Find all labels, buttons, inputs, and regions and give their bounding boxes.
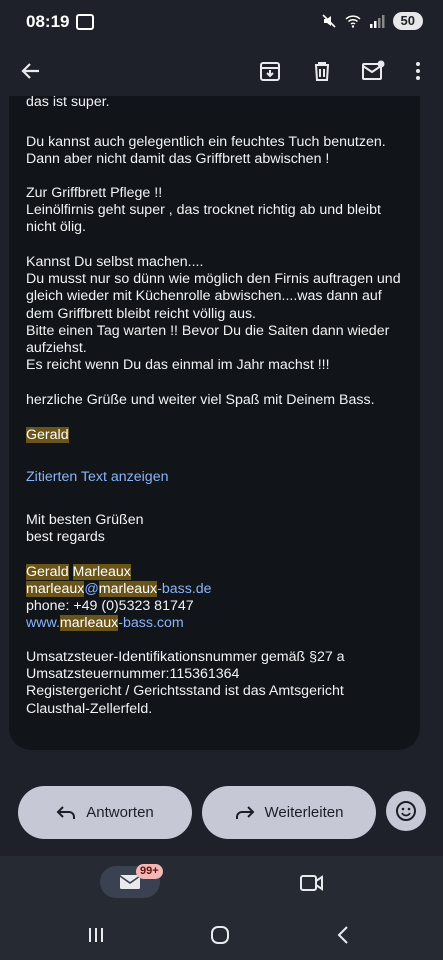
status-icons: 50 — [321, 12, 423, 30]
bottom-navigation: 99+ — [0, 856, 443, 912]
email-user: marleaux — [26, 581, 85, 597]
forward-icon — [235, 805, 254, 819]
email-domain: marleaux — [98, 581, 158, 597]
smiley-icon — [396, 801, 416, 821]
mark-unread-icon[interactable] — [360, 58, 386, 84]
forward-label: Weiterleiten — [264, 804, 344, 821]
signature-phone: phone: +49 (0)5323 81747 — [26, 598, 194, 614]
back-icon[interactable] — [336, 925, 350, 945]
email-domain-suffix: -bass.de — [157, 581, 212, 597]
recent-apps-icon[interactable] — [87, 926, 105, 944]
signature-last-name: Marleaux — [72, 564, 131, 580]
email-body-card: das ist super. Du kannst auch gelegentli… — [9, 96, 420, 750]
show-quoted-text-link[interactable]: Zitierten Text anzeigen — [26, 469, 168, 486]
paragraph-cloth: Du kannst auch gelegentlich ein feuchtes… — [26, 134, 386, 168]
status-time: 08:19 — [26, 12, 70, 31]
signature-website-link[interactable]: www.marleaux-bass.com — [26, 615, 184, 632]
back-arrow-icon[interactable] — [17, 58, 43, 84]
status-bar: 08:19 50 — [0, 0, 443, 44]
meet-video-icon[interactable] — [299, 872, 325, 894]
signal-icon — [369, 15, 385, 28]
regards-line-1: Mit besten Grüßen — [26, 512, 144, 528]
paragraph-greetings: herzliche Grüße und weiter viel Spaß mit… — [26, 392, 375, 408]
signature-first-name: Gerald — [26, 564, 69, 580]
forward-button[interactable]: Weiterleiten — [202, 786, 376, 839]
wifi-icon — [345, 15, 361, 28]
reply-button[interactable]: Antworten — [18, 786, 192, 839]
regards-line-2: best regards — [26, 529, 105, 545]
signature-name: Gerald Marleaux — [26, 564, 131, 581]
screen-record-icon — [76, 14, 94, 30]
email-at: @ — [84, 581, 99, 597]
paragraph-fretboard-care: Zur Griffbrett Pflege !! Leinölfirnis ge… — [26, 185, 381, 236]
system-navigation-bar — [0, 912, 443, 960]
signer-highlight: Gerald — [26, 427, 69, 443]
paragraph-instructions: Kannst Du selbst machen.... Du musst nur… — [26, 254, 401, 374]
web-suffix: -bass.com — [118, 615, 184, 631]
app-bar — [0, 44, 443, 100]
mute-icon — [321, 14, 336, 28]
mail-unread-badge: 99+ — [136, 864, 163, 879]
signature-email-link[interactable]: marleaux@marleaux-bass.de — [26, 581, 212, 598]
home-icon[interactable] — [210, 925, 230, 945]
archive-icon[interactable] — [257, 58, 283, 84]
signer-name: Gerald — [26, 427, 69, 444]
text-line-top: das ist super. — [26, 96, 110, 110]
legal-info: Umsatzsteuer-Identifikationsnummer gemäß… — [26, 649, 345, 717]
web-prefix: www. — [26, 615, 60, 631]
more-options-icon[interactable] — [405, 58, 431, 84]
emoji-reaction-button[interactable] — [386, 791, 426, 831]
delete-icon[interactable] — [309, 58, 335, 84]
reply-label: Antworten — [86, 804, 154, 821]
battery-indicator: 50 — [392, 12, 423, 30]
reply-icon — [56, 805, 76, 819]
web-name: marleaux — [59, 615, 119, 631]
